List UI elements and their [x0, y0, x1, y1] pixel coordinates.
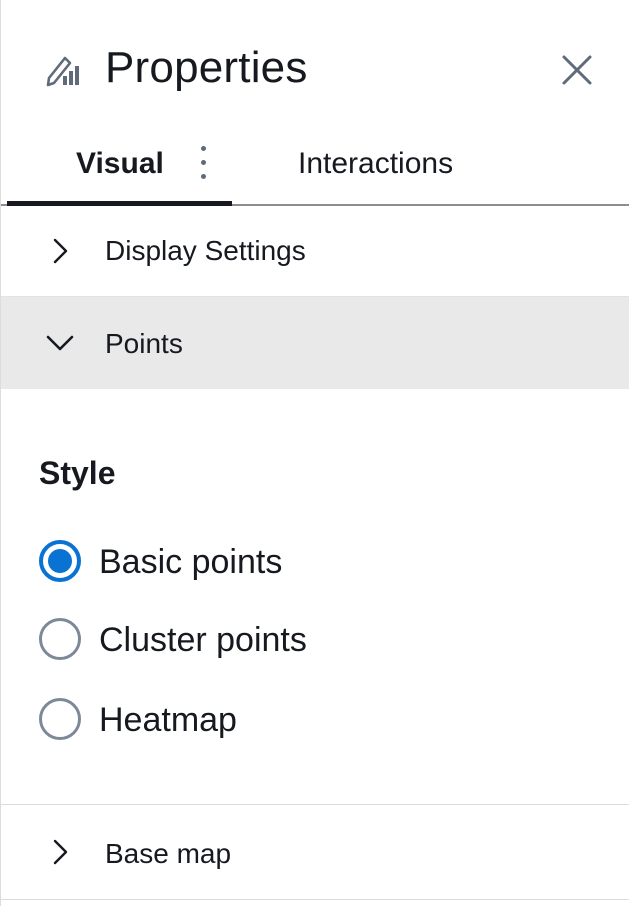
tab-visual-label: Visual — [76, 147, 164, 180]
radio-button[interactable] — [39, 698, 81, 740]
radio-button[interactable] — [39, 618, 81, 660]
section-base-map-label: Base map — [105, 838, 232, 869]
close-icon[interactable] — [557, 50, 597, 90]
section-points[interactable]: Points — [1, 297, 629, 389]
radio-cluster-points[interactable]: Cluster points — [37, 614, 457, 664]
panel-header: Properties — [1, 0, 629, 130]
chevron-down-icon — [46, 335, 74, 351]
section-display-settings-label: Display Settings — [105, 235, 306, 266]
section-base-map[interactable]: Base map — [1, 804, 629, 900]
section-points-label: Points — [105, 328, 183, 359]
chevron-right-icon — [53, 238, 68, 264]
radio-heatmap[interactable]: Heatmap — [37, 694, 457, 744]
tab-options-icon[interactable] — [191, 140, 215, 186]
radio-basic-points[interactable]: Basic points — [37, 536, 457, 586]
radio-basic-points-label: Basic points — [99, 543, 283, 581]
chevron-right-icon — [53, 839, 68, 865]
visual-properties-icon — [46, 56, 79, 87]
radio-cluster-points-label: Cluster points — [99, 621, 307, 659]
properties-panel: Properties Visual Interactions Display S… — [0, 0, 629, 906]
radio-button-checked[interactable] — [39, 540, 81, 582]
style-heading: Style — [39, 455, 116, 491]
radio-heatmap-label: Heatmap — [99, 701, 237, 739]
tab-bar: Visual Interactions — [1, 130, 629, 206]
panel-title: Properties — [105, 43, 308, 92]
tab-interactions[interactable]: Interactions — [298, 146, 453, 182]
section-display-settings[interactable]: Display Settings — [1, 206, 629, 297]
